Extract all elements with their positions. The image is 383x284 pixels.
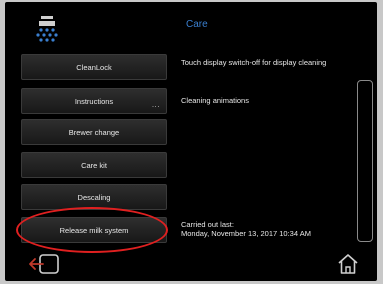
cleanlock-description: Touch display switch-off for display cle… [181,58,327,67]
instructions-button-label: Instructions [74,96,114,106]
back-exit-icon[interactable] [27,252,61,276]
home-icon[interactable] [337,253,359,275]
brewer-change-button-label: Brewer change [68,127,120,137]
instructions-button[interactable]: Instructions ... [21,88,167,114]
last-carried-out-value: Monday, November 13, 2017 10:34 AM [181,229,311,238]
page-title: Care [186,19,208,30]
more-indicator: ... [151,100,160,109]
brewer-change-button[interactable]: Brewer change [21,119,167,145]
cleanlock-button-label: CleanLock [76,62,112,72]
last-carried-out-info: Carried out last: Monday, November 13, 2… [181,220,336,238]
descaling-button-label: Descaling [77,192,111,202]
release-milk-system-button[interactable]: Release milk system [21,217,167,243]
care-kit-button[interactable]: Care kit [21,152,167,178]
shower-head-icon [36,16,58,42]
descaling-button[interactable]: Descaling [21,184,167,210]
instructions-description: Cleaning animations [181,96,249,105]
screen: Care CleanLock Instructions ... Brewer c… [5,2,377,281]
care-kit-button-label: Care kit [81,160,107,170]
last-carried-out-label: Carried out last: [181,220,234,229]
release-milk-system-button-label: Release milk system [59,225,129,235]
cleanlock-button[interactable]: CleanLock [21,54,167,80]
scrollbar[interactable] [357,80,373,242]
